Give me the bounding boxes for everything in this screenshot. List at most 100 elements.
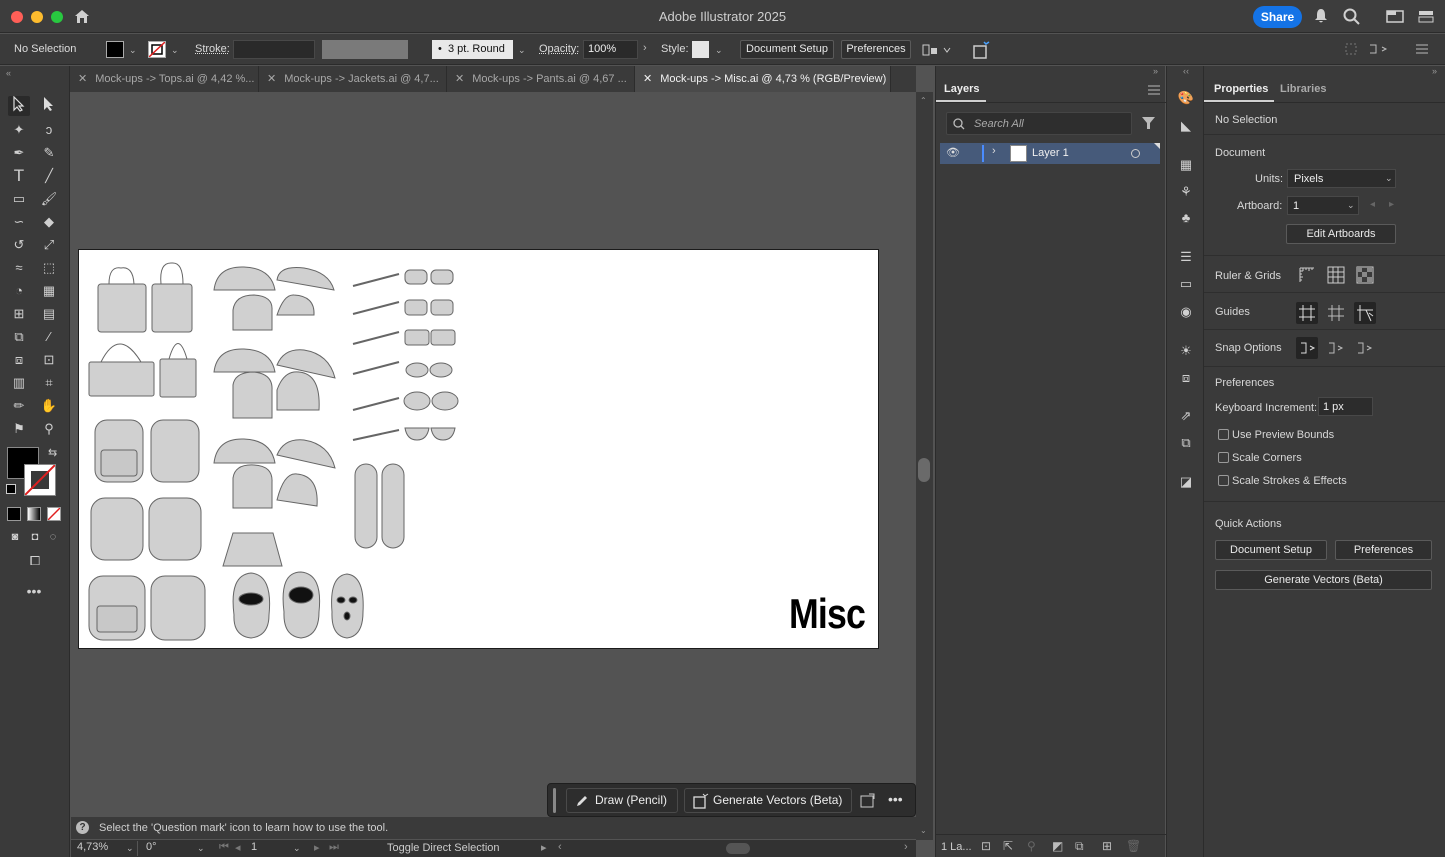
close-tab-icon[interactable]: ✕: [455, 73, 464, 85]
layer-row[interactable]: 👁 › Layer 1: [940, 143, 1160, 164]
collect-export-icon[interactable]: ⊡: [981, 839, 991, 853]
snap-to-pixel-icon[interactable]: [1326, 339, 1344, 360]
grid-icon[interactable]: [1327, 266, 1345, 287]
tab-libraries[interactable]: Libraries: [1280, 83, 1326, 95]
pencil-tool-icon[interactable]: ✏: [8, 396, 30, 416]
graphic-styles-icon[interactable]: ⧈: [1175, 368, 1197, 388]
opacity-label[interactable]: Opacity:: [539, 43, 579, 55]
horizontal-scroll-thumb[interactable]: [726, 843, 750, 854]
direct-selection-tool-icon[interactable]: [38, 96, 60, 116]
lock-guides-icon[interactable]: [1327, 304, 1345, 325]
more-options-icon[interactable]: •••: [888, 791, 903, 807]
first-artboard-icon[interactable]: ⏮: [219, 841, 229, 854]
layers-search-input[interactable]: Search All: [946, 112, 1132, 135]
menu-icon[interactable]: [1416, 44, 1428, 57]
visibility-eye-icon[interactable]: 👁: [946, 146, 960, 159]
transparency-grid-icon[interactable]: [1356, 266, 1374, 287]
prev-artboard-icon[interactable]: ◂: [235, 841, 241, 854]
scroll-right-icon[interactable]: ›: [904, 841, 908, 853]
paintbrush-tool-icon[interactable]: 🖌: [38, 189, 60, 209]
magic-wand-tool-icon[interactable]: ✦: [8, 120, 30, 140]
search-icon[interactable]: [1343, 8, 1360, 28]
show-guides-icon[interactable]: [1296, 302, 1318, 324]
opacity-arrow-icon[interactable]: ›: [643, 42, 647, 54]
smart-guides-icon[interactable]: [1354, 302, 1376, 324]
target-circle-icon[interactable]: [1131, 149, 1140, 158]
keyboard-increment-field[interactable]: 1 px: [1318, 397, 1373, 416]
artboard-nav-dropdown-icon[interactable]: ⌄: [293, 843, 301, 854]
stroke-swatch[interactable]: [148, 41, 166, 58]
hand-tool-icon[interactable]: ✋: [38, 396, 60, 416]
layers-collapse-icon[interactable]: »: [936, 66, 1166, 76]
strip-collapse-icon[interactable]: ‹‹: [1167, 66, 1205, 76]
edit-toolbar-icon[interactable]: •••: [23, 581, 45, 601]
snap-icon[interactable]: [1368, 43, 1390, 58]
edit-artboards-button[interactable]: Edit Artboards: [1286, 224, 1396, 244]
mesh-tool-icon[interactable]: ⊞: [8, 304, 30, 324]
status-menu-icon[interactable]: ▸: [541, 841, 547, 854]
close-tab-icon[interactable]: ✕: [267, 73, 276, 85]
fill-dropdown-icon[interactable]: ⌄: [129, 45, 137, 56]
rectangle-tool-icon[interactable]: ▭: [8, 189, 30, 209]
delete-layer-icon[interactable]: 🗑: [1126, 839, 1141, 853]
artboard-select[interactable]: 1 ⌄: [1287, 196, 1359, 215]
export-asset-icon[interactable]: ⇗: [1175, 406, 1197, 426]
rotate-tool-icon[interactable]: ↺: [8, 235, 30, 255]
eraser-tool-icon[interactable]: ◆: [38, 212, 60, 232]
color-panel-icon[interactable]: 🎨: [1175, 88, 1197, 108]
share-button[interactable]: Share: [1253, 6, 1302, 28]
use-preview-bounds-checkbox[interactable]: [1218, 429, 1229, 440]
units-select[interactable]: Pixels ⌄: [1287, 169, 1396, 188]
eyedropper-tool-icon[interactable]: ⁄: [38, 327, 60, 347]
gradient-tool-icon[interactable]: ▤: [38, 304, 60, 324]
warp-tool-icon[interactable]: ≈: [8, 258, 30, 278]
prev-artboard-icon[interactable]: ◂: [1370, 199, 1375, 210]
transform-icon[interactable]: [1345, 43, 1357, 58]
default-colors-icon[interactable]: [6, 484, 16, 494]
quick-generate-vectors-button[interactable]: Generate Vectors (Beta): [1215, 570, 1432, 590]
tab-jackets[interactable]: ✕ Mock-ups -> Jackets.ai @ 4,7...: [259, 66, 447, 92]
swatches-icon[interactable]: ▦: [1175, 155, 1197, 175]
pen-tool-icon[interactable]: ✒: [8, 143, 30, 163]
type-tool-icon[interactable]: T: [8, 166, 30, 186]
scale-strokes-checkbox[interactable]: [1218, 475, 1229, 486]
vertical-scroll-thumb[interactable]: [918, 458, 930, 482]
stroke-panel-icon[interactable]: ☰: [1175, 247, 1197, 267]
question-mark-icon[interactable]: ?: [76, 821, 89, 834]
scroll-left-icon[interactable]: ‹: [558, 841, 562, 853]
generate-vectors-button[interactable]: Generate Vectors (Beta): [684, 788, 852, 813]
symbols-icon[interactable]: ♣: [1175, 208, 1197, 228]
quick-preferences-button[interactable]: Preferences: [1335, 540, 1432, 560]
screen-mode-icon[interactable]: ⧠: [24, 551, 46, 571]
selection-tool-icon[interactable]: [8, 95, 30, 116]
none-mode-icon[interactable]: [47, 507, 61, 521]
brush-dropdown-icon[interactable]: ⌄: [518, 45, 526, 56]
perspective-grid-tool-icon[interactable]: ▦: [38, 281, 60, 301]
last-artboard-icon[interactable]: ⏭: [329, 841, 339, 854]
shape-builder-tool-icon[interactable]: ◔: [8, 281, 30, 301]
vertical-scrollbar[interactable]: ⌃ ⌄: [916, 92, 933, 840]
line-tool-icon[interactable]: ╱: [38, 166, 60, 186]
arrange-documents-icon[interactable]: [1418, 10, 1434, 26]
locate-object-icon[interactable]: ⚲: [1027, 839, 1036, 853]
fill-swatch[interactable]: [106, 41, 124, 58]
rotation-dropdown-icon[interactable]: ⌄: [197, 843, 205, 854]
tab-pants[interactable]: ✕ Mock-ups -> Pants.ai @ 4,67 ...: [447, 66, 635, 92]
draw-normal-icon[interactable]: ◙: [4, 527, 26, 547]
scale-tool-icon[interactable]: ⤢: [38, 235, 60, 255]
slice-tool-icon[interactable]: ⚑: [8, 419, 30, 439]
layer-name[interactable]: Layer 1: [1032, 147, 1069, 159]
new-layer-icon[interactable]: ⊞: [1102, 839, 1112, 853]
free-transform-tool-icon[interactable]: ⬚: [38, 258, 60, 278]
taskbar-options-icon[interactable]: [860, 793, 876, 812]
scroll-down-icon[interactable]: ⌄: [920, 826, 927, 835]
lasso-tool-icon[interactable]: ↄ: [38, 120, 60, 140]
next-artboard-icon[interactable]: ▸: [314, 841, 320, 854]
align-icon[interactable]: [922, 43, 952, 60]
artboard-tool-icon[interactable]: ⌗: [38, 373, 60, 393]
variable-width-profile[interactable]: [322, 40, 408, 59]
ruler-icon[interactable]: [1298, 266, 1316, 287]
appearance-icon[interactable]: ☀: [1175, 341, 1197, 361]
bell-icon[interactable]: [1313, 8, 1329, 27]
blend-tool-icon[interactable]: ⧈: [8, 350, 30, 370]
